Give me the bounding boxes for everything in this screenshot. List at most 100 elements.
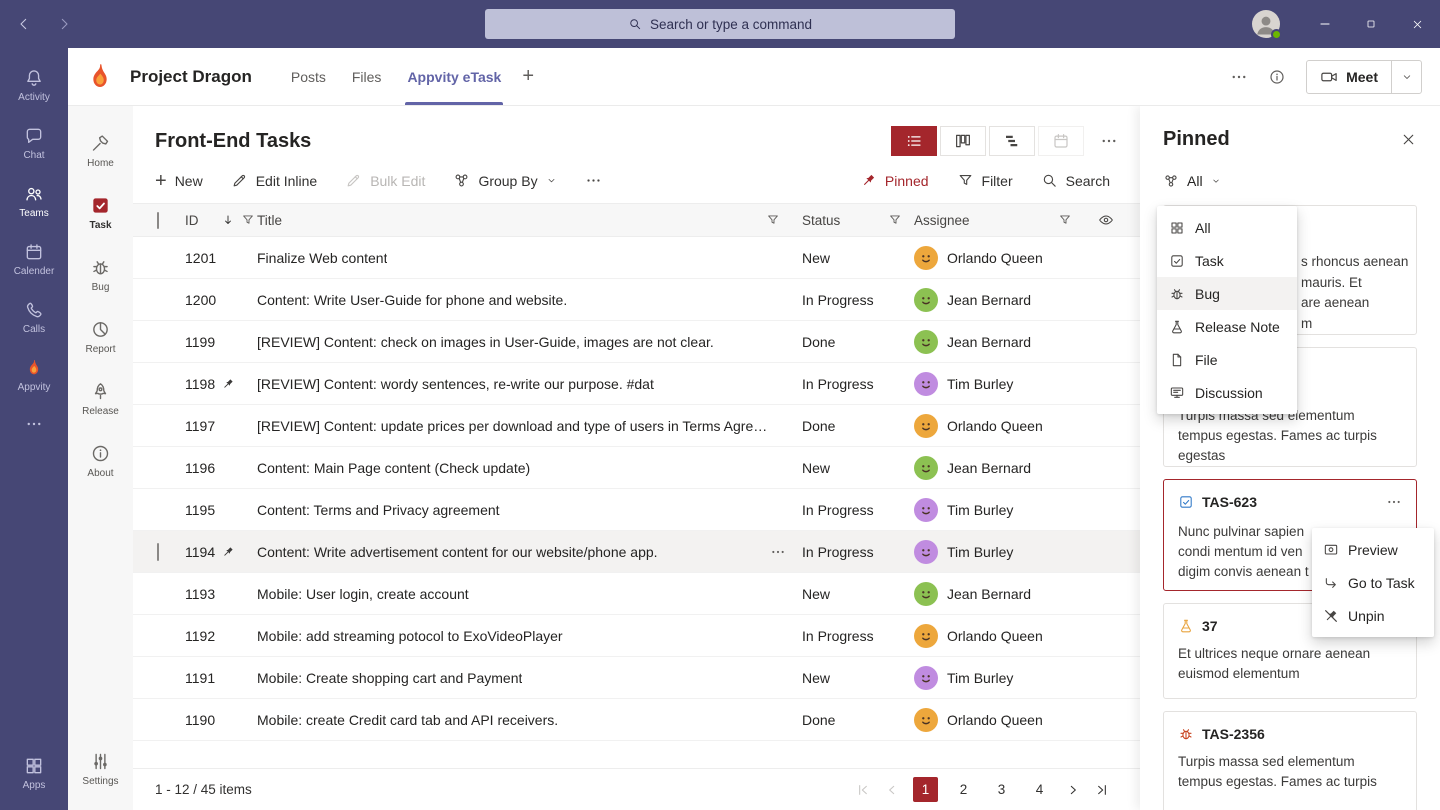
nav-forward-button[interactable] bbox=[56, 16, 72, 32]
task-title[interactable]: Mobile: Create shopping cart and Payment bbox=[257, 670, 522, 686]
task-title[interactable]: [REVIEW] Content: update prices per down… bbox=[257, 418, 767, 434]
table-row[interactable]: 1193 Mobile: User login, create account … bbox=[133, 573, 1140, 615]
rail-more-button[interactable] bbox=[0, 404, 68, 444]
column-assignee[interactable]: Assignee bbox=[914, 213, 970, 228]
table-row[interactable]: 1192 Mobile: add streaming potocol to Ex… bbox=[133, 615, 1140, 657]
module-home[interactable]: Home bbox=[68, 120, 133, 182]
rail-item-calls[interactable]: Calls bbox=[0, 288, 68, 346]
board-view-button[interactable] bbox=[940, 126, 986, 156]
rail-item-apps[interactable]: Apps bbox=[0, 744, 68, 802]
sort-descending-icon[interactable] bbox=[221, 213, 235, 227]
channel-more-button[interactable] bbox=[1230, 68, 1248, 86]
tab-posts[interactable]: Posts bbox=[278, 48, 339, 105]
gantt-view-button[interactable] bbox=[989, 126, 1035, 156]
nav-back-button[interactable] bbox=[16, 16, 32, 32]
last-page-button[interactable] bbox=[1094, 782, 1110, 798]
dropdown-item-release-note[interactable]: Release Note bbox=[1157, 310, 1297, 343]
maximize-button[interactable] bbox=[1348, 0, 1394, 48]
view-more-button[interactable] bbox=[1100, 132, 1118, 150]
list-view-button[interactable] bbox=[891, 126, 937, 156]
rail-item-chat[interactable]: Chat bbox=[0, 114, 68, 172]
context-menu-unpin[interactable]: Unpin bbox=[1312, 599, 1434, 632]
pinned-toggle-button[interactable]: Pinned bbox=[860, 172, 929, 189]
module-release[interactable]: Release bbox=[68, 368, 133, 430]
dropdown-item-file[interactable]: File bbox=[1157, 343, 1297, 376]
toolbar-more-button[interactable] bbox=[585, 172, 602, 189]
status-filter-icon[interactable] bbox=[888, 213, 902, 227]
task-title[interactable]: [REVIEW] Content: check on images in Use… bbox=[257, 334, 714, 350]
task-title[interactable]: Content: Write advertisement content for… bbox=[257, 544, 658, 560]
table-row[interactable]: 1195 Content: Terms and Privacy agreemen… bbox=[133, 489, 1140, 531]
task-title[interactable]: Content: Main Page content (Check update… bbox=[257, 460, 530, 476]
rail-item-teams[interactable]: Teams bbox=[0, 172, 68, 230]
dropdown-item-bug[interactable]: Bug bbox=[1157, 277, 1297, 310]
task-title[interactable]: Content: Terms and Privacy agreement bbox=[257, 502, 500, 518]
page-button[interactable]: 1 bbox=[913, 777, 938, 802]
row-checkbox[interactable] bbox=[157, 543, 159, 561]
tab-files[interactable]: Files bbox=[339, 48, 395, 105]
meet-dropdown-button[interactable] bbox=[1391, 61, 1421, 93]
table-row[interactable]: 1201 Finalize Web content New Orlando Qu… bbox=[133, 237, 1140, 279]
column-visibility-icon[interactable] bbox=[1098, 212, 1114, 228]
table-row[interactable]: 1196 Content: Main Page content (Check u… bbox=[133, 447, 1140, 489]
search-button[interactable]: Search bbox=[1041, 172, 1110, 189]
minimize-button[interactable] bbox=[1302, 0, 1348, 48]
module-settings[interactable]: Settings bbox=[68, 738, 133, 800]
new-button[interactable]: + New bbox=[155, 173, 203, 189]
page-button[interactable]: 3 bbox=[989, 777, 1014, 802]
module-about[interactable]: About bbox=[68, 430, 133, 492]
card-more-button[interactable] bbox=[1386, 494, 1402, 510]
column-title[interactable]: Title bbox=[257, 213, 282, 228]
module-task[interactable]: Task bbox=[68, 182, 133, 244]
table-row[interactable]: 1191 Mobile: Create shopping cart and Pa… bbox=[133, 657, 1140, 699]
row-more-button[interactable] bbox=[770, 544, 792, 560]
module-bug[interactable]: Bug bbox=[68, 244, 133, 306]
channel-info-icon[interactable] bbox=[1268, 68, 1286, 86]
meet-button[interactable]: Meet bbox=[1306, 60, 1422, 94]
task-title[interactable]: Content: Write User-Guide for phone and … bbox=[257, 292, 567, 308]
task-title[interactable]: Mobile: create Credit card tab and API r… bbox=[257, 712, 558, 728]
assignee-avatar bbox=[914, 498, 938, 522]
table-row[interactable]: 1197 [REVIEW] Content: update prices per… bbox=[133, 405, 1140, 447]
table-row-hovered[interactable]: 1194 Content: Write advertisement conten… bbox=[133, 531, 1140, 573]
page-button[interactable]: 4 bbox=[1027, 777, 1052, 802]
table-row[interactable]: 1199 [REVIEW] Content: check on images i… bbox=[133, 321, 1140, 363]
task-title[interactable]: Finalize Web content bbox=[257, 250, 387, 266]
close-button[interactable] bbox=[1394, 0, 1440, 48]
column-id[interactable]: ID bbox=[185, 213, 221, 228]
command-search-box[interactable]: Search or type a command bbox=[485, 9, 955, 39]
dropdown-item-all[interactable]: All bbox=[1157, 211, 1297, 244]
rail-item-appvity[interactable]: Appvity bbox=[0, 346, 68, 404]
user-avatar[interactable] bbox=[1252, 10, 1280, 38]
filter-button[interactable]: Filter bbox=[957, 172, 1013, 189]
task-title[interactable]: [REVIEW] Content: wordy sentences, re-wr… bbox=[257, 376, 654, 392]
etask-module-rail: Home Task Bug Report Release About Setti… bbox=[68, 106, 133, 810]
page-button[interactable]: 2 bbox=[951, 777, 976, 802]
assignee-filter-icon[interactable] bbox=[1058, 213, 1072, 227]
column-status[interactable]: Status bbox=[802, 213, 840, 228]
group-by-button[interactable]: Group By bbox=[453, 172, 556, 189]
context-menu-go-to-task[interactable]: Go to Task bbox=[1312, 566, 1434, 599]
rail-item-activity[interactable]: Activity bbox=[0, 56, 68, 114]
task-title[interactable]: Mobile: add streaming potocol to ExoVide… bbox=[257, 628, 563, 644]
table-row[interactable]: 1190 Mobile: create Credit card tab and … bbox=[133, 699, 1140, 741]
dropdown-item-task[interactable]: Task bbox=[1157, 244, 1297, 277]
id-filter-icon[interactable] bbox=[241, 213, 255, 227]
table-row[interactable]: 1200 Content: Write User-Guide for phone… bbox=[133, 279, 1140, 321]
title-filter-icon[interactable] bbox=[766, 213, 780, 227]
select-all-checkbox[interactable] bbox=[157, 212, 159, 229]
tab-appvity-etask[interactable]: Appvity eTask bbox=[394, 48, 514, 105]
list-view-icon bbox=[905, 132, 923, 150]
table-row[interactable]: 1198 [REVIEW] Content: wordy sentences, … bbox=[133, 363, 1140, 405]
dropdown-item-discussion[interactable]: Discussion bbox=[1157, 376, 1297, 409]
module-report[interactable]: Report bbox=[68, 306, 133, 368]
pinned-type-filter[interactable]: All bbox=[1163, 173, 1417, 189]
close-panel-button[interactable] bbox=[1400, 131, 1417, 148]
next-page-button[interactable] bbox=[1065, 782, 1081, 798]
add-tab-button[interactable]: + bbox=[522, 65, 534, 88]
task-title[interactable]: Mobile: User login, create account bbox=[257, 586, 469, 602]
edit-inline-button[interactable]: Edit Inline bbox=[231, 172, 317, 189]
rail-item-calendar[interactable]: Calender bbox=[0, 230, 68, 288]
context-menu-preview[interactable]: Preview bbox=[1312, 533, 1434, 566]
pinned-card[interactable]: TAS-2356 Turpis massa sed elementum temp… bbox=[1163, 711, 1417, 810]
